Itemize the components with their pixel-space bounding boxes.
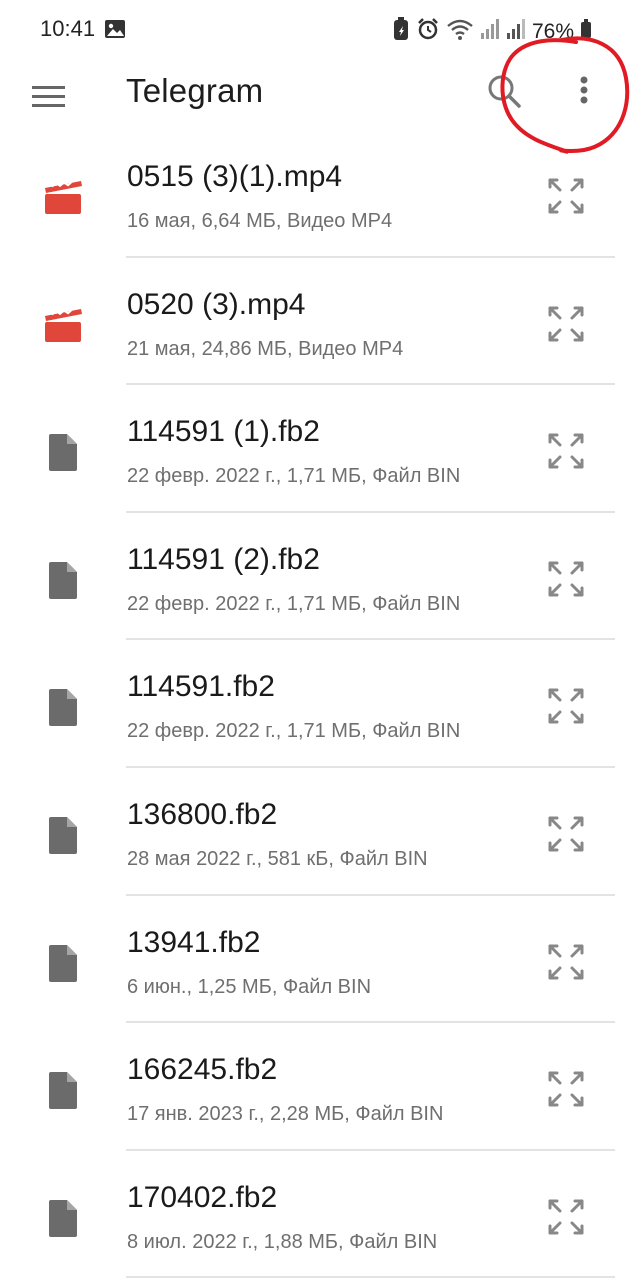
file-meta: 28 мая 2022 г., 581 кБ, Файл BIN [127,847,428,870]
file-list-item[interactable]: 114591 (2).fb2 22 февр. 2022 г., 1,71 МБ… [0,513,630,641]
battery-percent: 76% [531,19,574,43]
file-name: 0520 (3).mp4 [127,287,306,321]
scrollbar[interactable] [624,130,630,1280]
signal-icon [480,18,500,45]
document-icon [42,686,84,728]
expand-icon [548,688,584,724]
file-meta: 17 янв. 2023 г., 2,28 МБ, Файл BIN [127,1103,444,1126]
file-list-item[interactable]: 170402.fb2 8 июл. 2022 г., 1,88 МБ, Файл… [0,1151,630,1279]
expand-button[interactable] [544,1067,588,1111]
file-name: 170402.fb2 [127,1180,278,1214]
expand-button[interactable] [544,557,588,601]
file-meta: 21 мая, 24,86 МБ, Видео MP4 [127,337,404,360]
divider [126,1276,615,1279]
more-vert-icon [580,76,588,104]
menu-icon [32,86,65,107]
document-icon [42,1197,84,1239]
document-icon [42,814,84,856]
document-icon [42,942,84,984]
menu-button[interactable] [28,76,70,118]
app-bar: Telegram [0,62,630,134]
file-list-item[interactable]: 136800.fb2 28 мая 2022 г., 581 кБ, Файл … [0,768,630,896]
expand-button[interactable] [544,302,588,346]
file-name: 114591.fb2 [127,670,275,704]
file-list: 0515 (3)(1).mp4 16 мая, 6,64 МБ, Видео M… [0,130,630,1279]
expand-icon [548,306,584,342]
page-title: Telegram [126,72,264,109]
file-meta: 22 февр. 2022 г., 1,71 МБ, Файл BIN [127,465,461,488]
search-button[interactable] [483,70,527,114]
expand-button[interactable] [544,429,588,473]
document-icon [42,1069,84,1111]
file-name: 114591 (1).fb2 [127,415,320,449]
expand-icon [548,816,584,852]
status-icons: 76% [392,17,592,46]
expand-icon [548,178,584,214]
file-list-item[interactable]: 166245.fb2 17 янв. 2023 г., 2,28 МБ, Фай… [0,1023,630,1151]
video-clapper-icon [42,176,84,218]
file-list-item[interactable]: 0520 (3).mp4 21 мая, 24,86 МБ, Видео MP4 [0,258,630,386]
file-name: 0515 (3)(1).mp4 [127,160,343,193]
video-clapper-icon [42,304,84,346]
file-list-item[interactable]: 13941.fb2 6 июн., 1,25 МБ, Файл BIN [0,896,630,1024]
file-meta: 22 февр. 2022 г., 1,71 МБ, Файл BIN [127,592,461,615]
expand-icon [548,944,584,980]
battery-icon [580,19,592,44]
file-meta: 22 февр. 2022 г., 1,71 МБ, Файл BIN [127,720,461,743]
expand-button[interactable] [544,684,588,728]
file-name: 136800.fb2 [127,797,278,831]
document-icon [42,559,84,601]
expand-icon [548,1199,584,1235]
file-meta: 16 мая, 6,64 МБ, Видео MP4 [127,210,393,232]
wifi-icon [446,17,474,46]
expand-button[interactable] [544,174,588,218]
expand-button[interactable] [544,812,588,856]
file-list-item[interactable]: 0515 (3)(1).mp4 16 мая, 6,64 МБ, Видео M… [0,130,630,258]
status-time: 10:41 [40,16,96,41]
alarm-icon [416,17,440,46]
file-name: 13941.fb2 [127,925,261,959]
file-name: 114591 (2).fb2 [127,542,320,576]
status-bar: 10:41 76% [0,0,630,62]
expand-button[interactable] [544,940,588,984]
file-name: 166245.fb2 [127,1053,278,1087]
file-list-item[interactable]: 114591 (1).fb2 22 февр. 2022 г., 1,71 МБ… [0,385,630,513]
more-options-button[interactable] [566,70,602,114]
signal-icon-2 [506,18,526,45]
expand-icon [548,433,584,469]
expand-icon [548,1071,584,1107]
file-meta: 6 июн., 1,25 МБ, Файл BIN [127,975,372,998]
battery-saver-icon [392,17,410,46]
file-meta: 8 июл. 2022 г., 1,88 МБ, Файл BIN [127,1230,438,1253]
expand-icon [548,561,584,597]
search-icon [488,75,521,108]
document-icon [42,431,84,473]
file-list-item[interactable]: 114591.fb2 22 февр. 2022 г., 1,71 МБ, Фа… [0,640,630,768]
gallery-notification-icon [104,19,126,44]
expand-button[interactable] [544,1195,588,1239]
